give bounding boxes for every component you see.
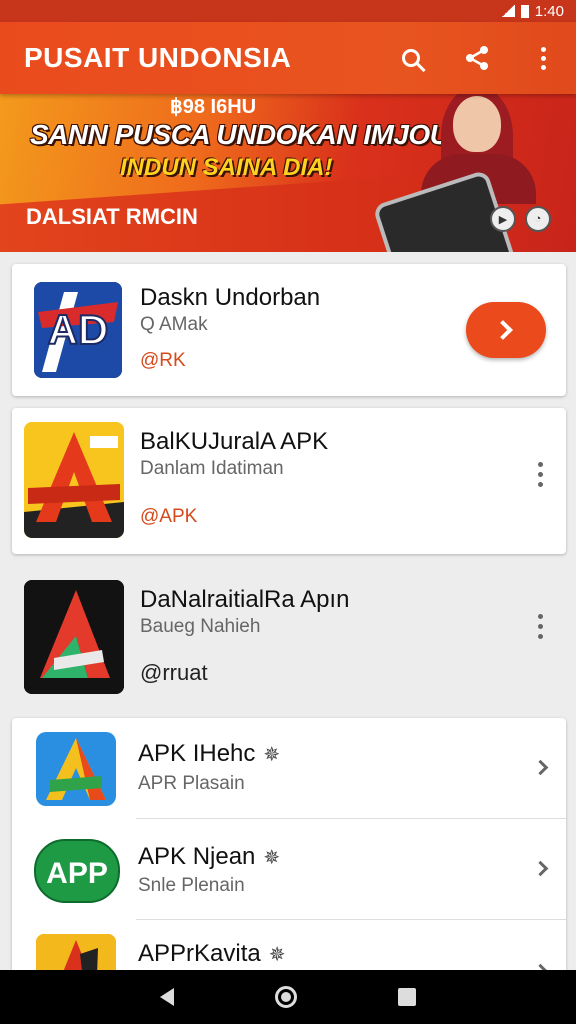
status-time: 1:40 xyxy=(534,2,564,20)
svg-text:APP: APP xyxy=(46,857,108,890)
item-overflow-button[interactable] xyxy=(528,606,552,646)
battery-icon xyxy=(520,4,529,18)
app-icon-a-colorful xyxy=(36,732,116,806)
app-icon-app-green: APP xyxy=(34,839,120,903)
featured-app-card[interactable]: AD Daskn Undorban Q AMak @RK xyxy=(12,264,566,396)
back-icon[interactable] xyxy=(160,988,175,1006)
app-icon-a-yellow xyxy=(24,422,124,538)
app-subtitle: APR Plasain xyxy=(138,773,245,794)
signal-icon xyxy=(500,5,515,17)
badge-icon: ✵ xyxy=(263,744,281,766)
search-button[interactable] xyxy=(378,22,444,94)
home-icon[interactable] xyxy=(274,986,297,1008)
list-item[interactable]: APK IHehc ✵ APR Plasain xyxy=(12,718,566,818)
share-icon xyxy=(466,46,488,70)
recents-icon[interactable] xyxy=(397,988,416,1006)
app-icon-ad: AD xyxy=(34,282,122,378)
app-chip-icon: ◔ xyxy=(525,206,551,232)
status-bar: 1:40 xyxy=(0,0,576,22)
chevron-right-icon xyxy=(493,320,513,340)
chevron-right-icon xyxy=(532,860,549,877)
more-vert-icon xyxy=(540,46,546,70)
svg-text:AD: AD xyxy=(48,306,109,353)
app-bar: PUSAIT UNDONSIA xyxy=(0,22,576,94)
promo-banner[interactable]: ฿98 I6HU SANN PUSCA UNDOKAN IMJOUAN INDU… xyxy=(0,94,576,252)
system-nav-bar xyxy=(0,970,576,1024)
app-title: Daskn Undorban xyxy=(140,284,321,311)
apk-tag: @RK xyxy=(140,350,186,371)
banner-cta[interactable]: DALSIAT RMCIN xyxy=(26,204,198,230)
item-overflow-button[interactable] xyxy=(528,454,552,494)
badge-icon: ✵ xyxy=(263,847,281,869)
chevron-right-icon xyxy=(532,759,549,776)
app-title: APPrKavita ✵ xyxy=(138,940,286,967)
banner-top-text: ฿98 I6HU xyxy=(170,96,257,118)
app-title: PUSAIT UNDONSIA xyxy=(24,42,292,73)
app-title: DaNalraitialRa Apın xyxy=(140,586,350,613)
app-title: APK Njean ✵ xyxy=(138,843,281,870)
overflow-menu-button[interactable] xyxy=(510,22,576,94)
search-icon xyxy=(402,49,420,67)
app-icon-a-dark xyxy=(24,580,124,694)
badge-icon: ✵ xyxy=(268,944,286,966)
apk-tag: @rruat xyxy=(140,660,208,685)
app-subtitle: Q AMak xyxy=(140,314,208,335)
list-item[interactable]: APP APK Njean ✵ Snle Plenain xyxy=(12,819,566,919)
share-button[interactable] xyxy=(444,22,510,94)
app-subtitle: Snle Plenain xyxy=(138,875,245,896)
play-icon: ▶ xyxy=(490,206,516,232)
open-app-button[interactable] xyxy=(466,302,546,358)
app-list: APK IHehc ✵ APR Plasain APP APK Njean ✵ Sn… xyxy=(12,718,566,978)
app-subtitle: Baueg Nahieh xyxy=(140,616,261,637)
app-title: BalKUJuralA APK xyxy=(140,428,329,455)
apk-tag: @APK xyxy=(140,506,198,527)
app-title: APK IHehc ✵ xyxy=(138,740,281,767)
app-subtitle: Danlam Idatiman xyxy=(140,458,284,479)
featured-app-card[interactable]: BalKUJuralA APK Danlam Idatiman @APK xyxy=(12,408,566,554)
featured-app-item[interactable]: DaNalraitialRa Apın Baueg Nahieh @rruat xyxy=(0,564,576,714)
banner-subheadline: INDUN SAINA DIA! xyxy=(120,154,333,181)
